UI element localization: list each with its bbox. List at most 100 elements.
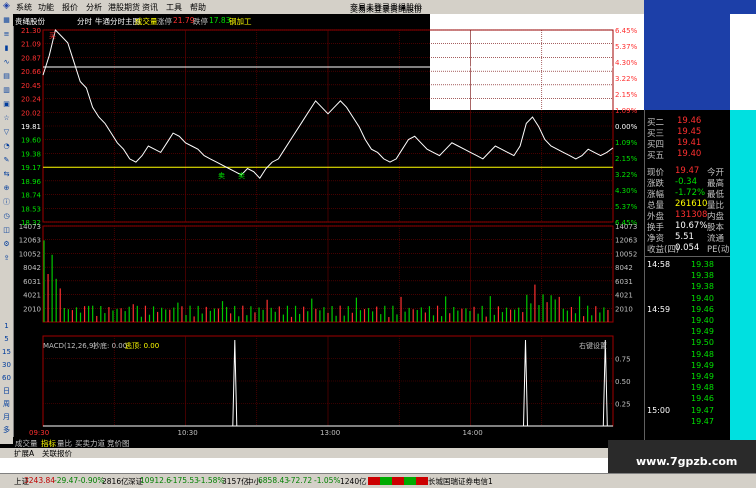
ticks-separator bbox=[645, 256, 731, 257]
limit-down-value: 17.83 bbox=[209, 16, 231, 25]
menubar-right: 交易未登录 贵绳股份 bbox=[350, 0, 644, 15]
price-tick: 18.53 bbox=[21, 205, 41, 213]
period-60min[interactable]: 60 bbox=[0, 372, 13, 385]
pct-tick: 5.37% bbox=[615, 203, 638, 211]
period-30min[interactable]: 30 bbox=[0, 359, 13, 372]
compare-icon[interactable]: ⇆ bbox=[2, 170, 11, 179]
market-breadth-bar bbox=[368, 477, 428, 485]
price-axis: 21.30 21.09 20.87 20.66 20.45 20.24 20.02 19.81… bbox=[21, 27, 42, 227]
line-icon[interactable]: ∿ bbox=[2, 58, 11, 67]
price-tick: 20.24 bbox=[21, 96, 42, 104]
volume-tick: 14073 bbox=[19, 223, 41, 231]
tools-icon[interactable]: ✎ bbox=[2, 156, 11, 165]
tick-price: 19.49 bbox=[691, 360, 714, 370]
extension-tabs: 扩展A 关联报价 bbox=[0, 448, 608, 458]
macd-settings-button[interactable]: 右键设置 bbox=[579, 341, 607, 350]
menu-help[interactable]: 帮助 bbox=[190, 2, 206, 13]
price-tick: 18.74 bbox=[21, 192, 42, 200]
list-icon[interactable]: ≡ bbox=[2, 30, 11, 39]
grid-icon[interactable]: ▤ bbox=[2, 72, 11, 81]
period-5min[interactable]: 5 bbox=[0, 333, 13, 346]
indicator-tabs: 成交量 指标 量比 买卖力道 竞价图 bbox=[13, 437, 630, 448]
pct-tick: 1.09% bbox=[615, 139, 638, 147]
zx-change: -72.72 bbox=[288, 476, 313, 485]
zoom-icon[interactable]: ⊕ bbox=[2, 184, 11, 193]
menu-hk-futures[interactable]: 港股期货 bbox=[108, 2, 140, 13]
sh-value: 3243.84 bbox=[24, 476, 56, 485]
tick-price: 19.38 bbox=[691, 260, 714, 269]
pct-tick: 3.22% bbox=[615, 171, 638, 179]
time-tick: 10:30 bbox=[178, 429, 198, 437]
pct-axis: 6.45% 5.37% 4.30% 3.22% 2.15% 1.09% 0.00% 1.09%… bbox=[615, 27, 638, 227]
volume-tick-right: 14073 bbox=[615, 223, 637, 231]
period-day[interactable]: 日 bbox=[0, 385, 13, 398]
intraday-chart[interactable]: 21.30 21.09 20.87 20.66 20.45 20.24 20.02 19.81… bbox=[13, 26, 644, 437]
tick-price: 19.40 bbox=[691, 316, 714, 325]
macd-spike bbox=[602, 339, 608, 427]
stock-name-label[interactable]: 贵绳股份 bbox=[390, 2, 422, 13]
trade-markers: 买卖 卖 bbox=[49, 32, 245, 180]
menu-quote[interactable]: 报价 bbox=[62, 2, 78, 13]
pct-tick: 4.30% bbox=[615, 187, 638, 195]
chart-icon[interactable]: ▦ bbox=[2, 16, 11, 25]
export-icon[interactable]: ⇪ bbox=[2, 254, 11, 263]
quote-row-value: 19.47 bbox=[675, 166, 700, 176]
period-selector[interactable]: 1 5 15 30 60 日 周 月 多 bbox=[0, 320, 13, 437]
app-logo-icon: ◈ bbox=[3, 1, 10, 11]
volume-tick-right: 12063 bbox=[615, 237, 637, 245]
period-icon[interactable]: ◷ bbox=[2, 212, 11, 221]
tick-time: 15:00 bbox=[647, 405, 671, 415]
period-15min[interactable]: 15 bbox=[0, 346, 13, 359]
news-icon[interactable]: ▣ bbox=[2, 100, 11, 109]
quote-row-value: -1.72% bbox=[675, 188, 706, 198]
tick-price: 19.49 bbox=[691, 372, 714, 381]
price-tick: 20.66 bbox=[21, 68, 42, 76]
buy-marker: 买 bbox=[49, 32, 56, 40]
settings-icon[interactable]: ⚙ bbox=[2, 240, 11, 249]
time-tick: 14:00 bbox=[463, 429, 483, 437]
pct-tick: 1.09% bbox=[615, 107, 638, 115]
tick-time: 14:58 bbox=[647, 260, 671, 269]
macd-top: 逃顶: 0.00 bbox=[125, 341, 159, 350]
sz-amount: 3157亿 bbox=[222, 477, 249, 486]
filter-icon[interactable]: ▽ bbox=[2, 128, 11, 137]
period-more[interactable]: 多 bbox=[0, 424, 13, 437]
tick-price: 19.49 bbox=[691, 327, 714, 337]
chart-grid bbox=[42, 29, 614, 427]
layer-icon[interactable]: ◫ bbox=[2, 226, 11, 235]
volume-tick-right: 8042 bbox=[615, 264, 633, 272]
star-icon[interactable]: ☆ bbox=[2, 114, 11, 123]
trade-login-label[interactable]: 交易未登录 bbox=[350, 2, 390, 13]
menu-news[interactable]: 资讯 bbox=[142, 2, 158, 13]
tick-price: 19.40 bbox=[691, 293, 714, 303]
bell-icon[interactable]: ◔ bbox=[2, 142, 11, 151]
zx-amount: 1240亿 bbox=[340, 477, 367, 486]
quote-row-value: 10.67% bbox=[675, 221, 708, 231]
macd-tick: 0.50 bbox=[615, 378, 631, 386]
tick-time: 14:59 bbox=[647, 304, 671, 314]
tick-price: 19.47 bbox=[691, 416, 714, 426]
pct-tick: 5.37% bbox=[615, 43, 638, 51]
period-month[interactable]: 月 bbox=[0, 411, 13, 424]
pct-tick: 0.00% bbox=[615, 123, 638, 131]
period-1min[interactable]: 1 bbox=[0, 320, 13, 333]
candle-icon[interactable]: ▮ bbox=[2, 44, 11, 53]
macd-label: MACD(12,26,9) bbox=[43, 342, 96, 350]
menu-analysis[interactable]: 分析 bbox=[86, 2, 102, 13]
volume-tick: 10052 bbox=[19, 250, 41, 258]
period-week[interactable]: 周 bbox=[0, 398, 13, 411]
zx-pct: -1.05% bbox=[314, 476, 341, 485]
menu-tools[interactable]: 工具 bbox=[166, 2, 182, 13]
extension-area bbox=[0, 458, 608, 473]
menu-function[interactable]: 功能 bbox=[38, 2, 54, 13]
table-icon[interactable]: ▥ bbox=[2, 86, 11, 95]
sz-value: 10912.6 bbox=[140, 476, 172, 485]
info-icon[interactable]: ⓘ bbox=[2, 198, 11, 207]
tick-price: 19.46 bbox=[691, 394, 714, 404]
tick-price: 19.50 bbox=[691, 338, 714, 348]
quote-row-value: 0.054 bbox=[675, 243, 700, 253]
menu-system[interactable]: 系统 bbox=[16, 2, 32, 13]
volume-tick: 12063 bbox=[19, 237, 41, 245]
side-strip bbox=[730, 110, 756, 440]
volume-tick: 8042 bbox=[23, 264, 41, 272]
